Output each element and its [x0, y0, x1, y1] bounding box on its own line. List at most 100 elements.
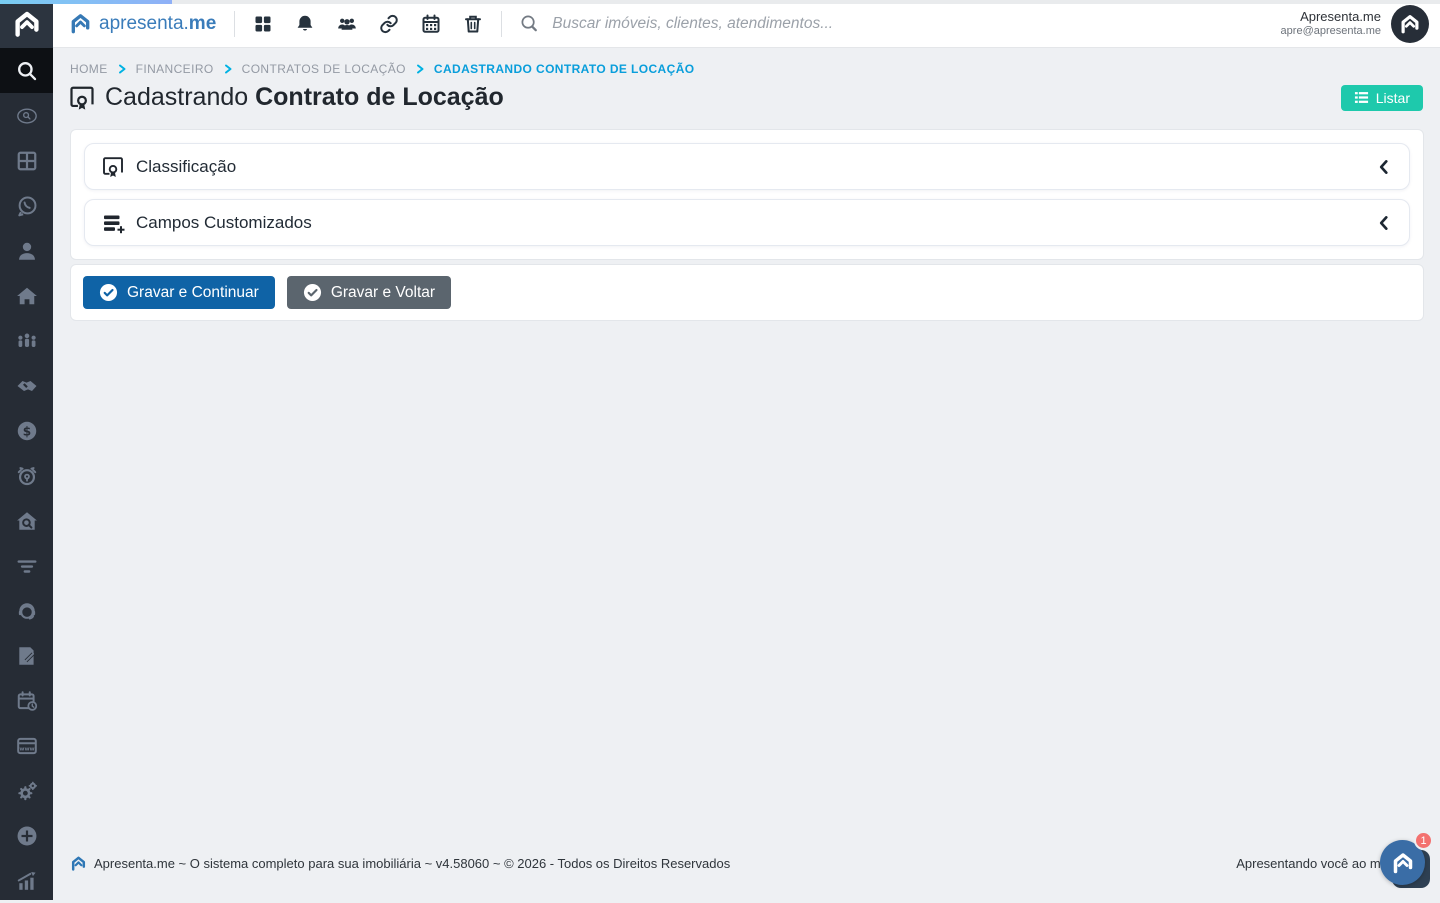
header-toolbar [253, 14, 483, 34]
sidebar-item-search-secondary[interactable] [0, 93, 53, 138]
top-header: apresenta.me Apresenta.me apre@apresenta… [53, 0, 1440, 48]
chat-widget-button[interactable]: 1 [1380, 838, 1430, 888]
users-group-icon[interactable] [337, 14, 357, 34]
brand-home-icon [69, 12, 92, 35]
chevron-right-icon [223, 64, 233, 74]
panel-campos-customizados[interactable]: Campos Customizados [84, 199, 1410, 246]
sidebar-item-user[interactable] [0, 228, 53, 273]
loading-bar-track [0, 0, 1440, 4]
chevron-left-icon[interactable] [1375, 214, 1393, 232]
header-divider [501, 11, 502, 37]
panel-label: Classificação [136, 157, 236, 177]
contract-edit-icon [16, 645, 38, 667]
chevron-right-icon [117, 64, 127, 74]
sidebar-item-alarm[interactable] [0, 453, 53, 498]
sidebar-item-money[interactable]: $ [0, 408, 53, 453]
list-add-icon [101, 211, 125, 235]
form-card: Classificação Campos Customizados [70, 129, 1424, 260]
sidebar-item-add[interactable] [0, 813, 53, 858]
breadcrumb-home[interactable]: HOME [70, 62, 108, 76]
breadcrumb-financeiro[interactable]: FINANCEIRO [136, 62, 214, 76]
certificate-icon [101, 155, 125, 179]
breadcrumb: HOME FINANCEIRO CONTRATOS DE LOCAÇÃO CAD… [53, 48, 1440, 76]
certificate-icon [68, 84, 96, 112]
sidebar-item-home[interactable] [0, 273, 53, 318]
global-search [520, 14, 982, 33]
schedule-icon [16, 690, 38, 712]
notification-badge: 1 [1414, 831, 1433, 850]
sidebar: $ www [0, 0, 53, 900]
user-menu[interactable]: Apresenta.me apre@apresenta.me [1281, 5, 1429, 43]
chevron-left-icon[interactable] [1375, 158, 1393, 176]
sidebar-item-handshake[interactable] [0, 363, 53, 408]
sidebar-logo-button[interactable] [0, 0, 53, 48]
gravar-e-continuar-button[interactable]: Gravar e Continuar [83, 276, 275, 309]
sidebar-item-contract-edit[interactable] [0, 633, 53, 678]
chevron-right-icon [415, 64, 425, 74]
listar-button[interactable]: Listar [1341, 85, 1423, 111]
sidebar-item-search[interactable] [0, 48, 53, 93]
handshake-icon [16, 375, 38, 397]
sidebar-item-settings[interactable] [0, 768, 53, 813]
footer-copyright: Apresenta.me ~ O sistema completo para s… [94, 856, 730, 871]
loading-bar-fill [0, 0, 172, 4]
filter-icon [16, 555, 38, 577]
search-input[interactable] [552, 15, 982, 33]
title-regular: Cadastrando [105, 83, 248, 111]
search-secondary-icon [16, 105, 38, 127]
header-divider [234, 11, 235, 37]
sidebar-item-whatsapp[interactable] [0, 183, 53, 228]
search-icon [520, 14, 539, 33]
sidebar-item-support[interactable] [0, 588, 53, 633]
brand-logo[interactable]: apresenta.me [69, 12, 216, 35]
whatsapp-icon [16, 195, 38, 217]
property-search-icon [16, 510, 38, 532]
actions-card: Gravar e Continuar Gravar e Voltar [70, 264, 1424, 321]
calendar-icon[interactable] [421, 14, 441, 34]
check-circle-icon [303, 283, 322, 302]
home-icon [16, 285, 38, 307]
panel-label: Campos Customizados [136, 213, 312, 233]
home-arrow-logo-icon [12, 9, 42, 39]
avatar-home-icon [1399, 13, 1421, 35]
money-icon: $ [16, 420, 38, 442]
add-icon [16, 825, 38, 847]
support-icon [16, 600, 38, 622]
check-circle-icon [99, 283, 118, 302]
search-icon [16, 60, 38, 82]
sidebar-item-reports[interactable] [0, 858, 53, 903]
alarm-icon [16, 465, 38, 487]
user-name: Apresenta.me [1281, 9, 1381, 25]
sidebar-item-property-search[interactable] [0, 498, 53, 543]
home-arrow-logo-icon [1391, 851, 1415, 875]
breadcrumb-current: CADASTRANDO CONTRATO DE LOCAÇÃO [434, 62, 695, 76]
svg-text:$: $ [22, 424, 30, 438]
breadcrumb-contratos-de-locacao[interactable]: CONTRATOS DE LOCAÇÃO [242, 62, 406, 76]
svg-text:www: www [19, 746, 34, 752]
team-icon [16, 330, 38, 352]
grid-icon[interactable] [253, 14, 273, 34]
reports-icon [16, 870, 38, 892]
avatar[interactable] [1391, 5, 1429, 43]
sidebar-item-window-grid[interactable] [0, 138, 53, 183]
window-grid-icon [16, 150, 38, 172]
list-icon [1354, 90, 1369, 105]
brand-name: apresenta.me [99, 13, 216, 35]
gravar-e-voltar-button[interactable]: Gravar e Voltar [287, 276, 451, 309]
trash-icon[interactable] [463, 14, 483, 34]
notifications-bell-icon[interactable] [295, 14, 315, 34]
sidebar-item-team[interactable] [0, 318, 53, 363]
user-icon [16, 240, 38, 262]
website-icon: www [16, 735, 38, 757]
user-email: apre@apresenta.me [1281, 25, 1381, 39]
sidebar-item-filter[interactable] [0, 543, 53, 588]
panel-classificacao[interactable]: Classificação [84, 143, 1410, 190]
link-icon[interactable] [379, 14, 399, 34]
page-title: Cadastrando Contrato de Locação [68, 83, 504, 112]
main-content: HOME FINANCEIRO CONTRATOS DE LOCAÇÃO CAD… [53, 48, 1440, 900]
sidebar-item-website[interactable]: www [0, 723, 53, 768]
footer-tagline: Apresentando você ao mu [1236, 856, 1388, 871]
footer-home-icon [70, 855, 87, 872]
settings-icon [16, 780, 38, 802]
sidebar-item-schedule[interactable] [0, 678, 53, 723]
